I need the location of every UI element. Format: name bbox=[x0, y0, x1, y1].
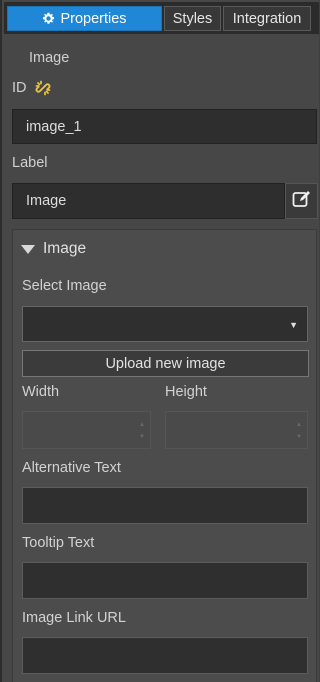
image-link-url-label: Image Link URL bbox=[22, 610, 126, 626]
label-input[interactable]: Image bbox=[12, 183, 285, 219]
edit-icon bbox=[292, 190, 312, 213]
properties-panel: Properties Styles Integration Image ID i… bbox=[0, 0, 319, 682]
id-label: ID bbox=[12, 80, 27, 96]
height-label: Height bbox=[165, 384, 207, 400]
section-title: Image bbox=[29, 50, 70, 66]
width-input[interactable]: ▲ ▼ bbox=[22, 411, 151, 449]
spin-down-icon[interactable]: ▼ bbox=[296, 434, 304, 440]
image-link-url-input[interactable] bbox=[22, 637, 308, 674]
alt-text-label: Alternative Text bbox=[22, 460, 121, 476]
select-image-label: Select Image bbox=[22, 278, 107, 294]
label-field-label: Label bbox=[12, 155, 48, 171]
spin-up-icon[interactable]: ▲ bbox=[296, 422, 304, 428]
tooltip-text-input[interactable] bbox=[22, 562, 308, 599]
gear-icon bbox=[42, 12, 55, 25]
edit-label-button[interactable] bbox=[285, 183, 318, 219]
spin-down-icon[interactable]: ▼ bbox=[139, 434, 147, 440]
spin-up-icon[interactable]: ▲ bbox=[139, 422, 147, 428]
tooltip-text-label: Tooltip Text bbox=[22, 535, 95, 551]
link-icon[interactable] bbox=[35, 80, 51, 96]
width-label: Width bbox=[22, 384, 60, 400]
height-input[interactable]: ▲ ▼ bbox=[165, 411, 308, 449]
triangle-down-icon bbox=[21, 244, 35, 254]
image-group-title: Image bbox=[43, 240, 87, 257]
tab-integration[interactable]: Integration bbox=[223, 6, 311, 31]
id-input[interactable]: image_1 bbox=[12, 109, 317, 144]
image-group-header[interactable]: Image bbox=[21, 240, 86, 258]
tab-integration-label: Integration bbox=[232, 10, 302, 27]
alt-text-input[interactable] bbox=[22, 487, 308, 524]
caret-down-icon: ▼ bbox=[289, 320, 298, 330]
tab-properties-label: Properties bbox=[60, 10, 127, 27]
tab-styles-label: Styles bbox=[172, 10, 213, 27]
select-image-dropdown[interactable]: ▼ bbox=[22, 306, 308, 342]
tab-styles[interactable]: Styles bbox=[164, 6, 221, 31]
upload-image-button[interactable]: Upload new image bbox=[22, 350, 309, 377]
image-settings-group: Image Select Image ▼ Upload new image Wi… bbox=[12, 229, 317, 682]
tab-properties[interactable]: Properties bbox=[7, 6, 162, 31]
id-label-row: ID bbox=[12, 80, 51, 96]
panel-tabs: Properties Styles Integration bbox=[4, 2, 319, 34]
